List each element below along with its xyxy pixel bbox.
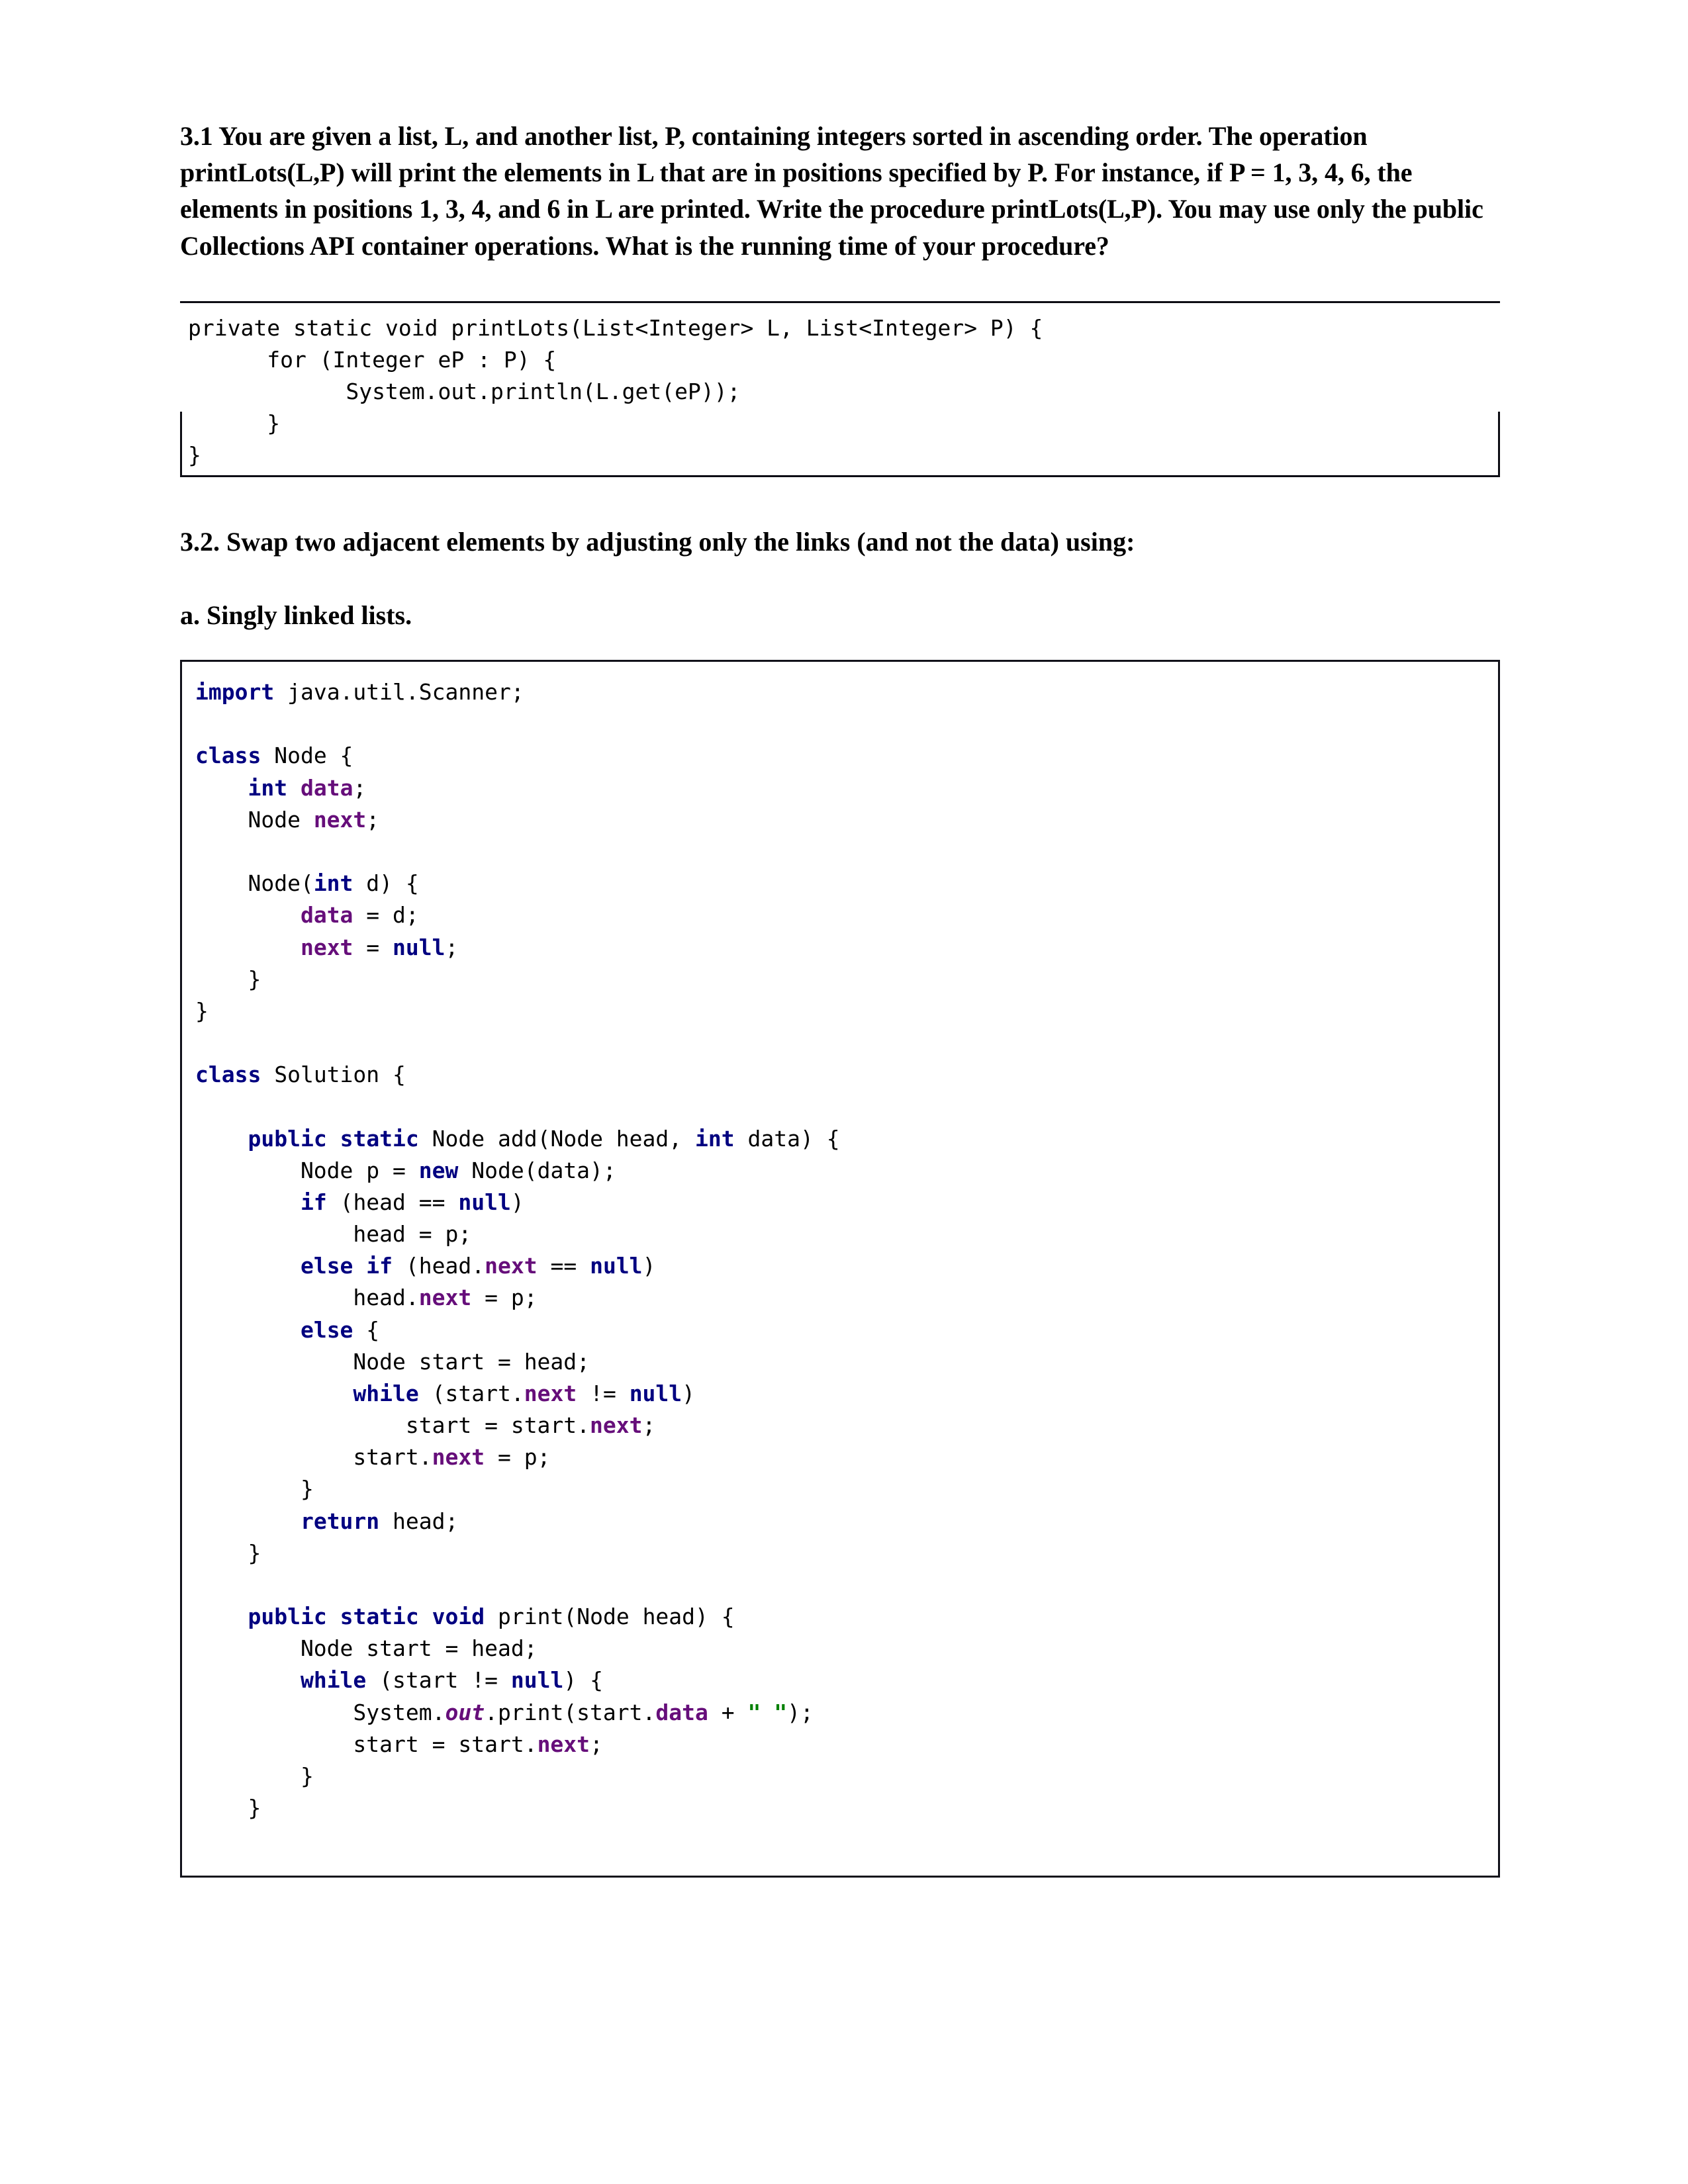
field-next: next (590, 1412, 643, 1439)
keyword-int: int (695, 1125, 735, 1152)
keyword-while: while (353, 1380, 419, 1406)
keyword-static: static (340, 1604, 419, 1630)
field-next: next (537, 1731, 590, 1757)
keyword-null: null (510, 1667, 564, 1694)
field-next: next (524, 1380, 577, 1406)
keyword-int: int (313, 870, 353, 897)
field-next: next (313, 806, 367, 833)
code-block-1-container: private static void printLots(List<Integ… (180, 300, 1500, 477)
keyword-null: null (590, 1253, 643, 1279)
keyword-class: class (195, 743, 261, 769)
keyword-return: return (300, 1508, 380, 1534)
string-literal-space: " " (747, 1699, 788, 1725)
document-page: 3.1 You are given a list, L, and another… (0, 0, 1688, 2184)
code-block-2[interactable]: import java.util.Scanner; class Node { i… (195, 676, 1498, 1825)
field-next: next (418, 1285, 472, 1311)
field-out: out (445, 1699, 485, 1725)
keyword-null: null (458, 1189, 511, 1215)
keyword-null: null (629, 1380, 682, 1406)
keyword-else-if: else if (300, 1253, 393, 1279)
field-next: next (432, 1444, 485, 1471)
field-data: data (300, 774, 353, 801)
keyword-public: public (248, 1125, 327, 1152)
code-block-1-right-rule (1498, 411, 1500, 475)
field-next: next (300, 934, 353, 960)
keyword-new: new (418, 1157, 459, 1183)
keyword-while: while (300, 1667, 367, 1694)
subquestion-a-text: a. Singly linked lists. (180, 600, 412, 630)
keyword-null: null (393, 934, 445, 960)
question-3-1-text: 3.1 You are given a list, L, and another… (180, 121, 1483, 261)
page-content: 3.1 You are given a list, L, and another… (180, 0, 1500, 1878)
code-block-2-container: import java.util.Scanner; class Node { i… (180, 660, 1500, 1878)
keyword-int: int (248, 774, 288, 801)
field-data: data (300, 902, 353, 929)
question-3-2-text: 3.2. Swap two adjacent elements by adjus… (180, 526, 1135, 557)
code-block-1[interactable]: private static void printLots(List<Integ… (188, 312, 1500, 472)
code-block-1-left-rule (180, 411, 182, 475)
keyword-static: static (340, 1125, 419, 1152)
keyword-class: class (195, 1062, 261, 1088)
keyword-void: void (432, 1604, 485, 1630)
keyword-import: import (195, 679, 275, 705)
field-data: data (655, 1699, 708, 1725)
keyword-if: if (300, 1189, 327, 1215)
keyword-else: else (300, 1316, 353, 1343)
field-next: next (485, 1253, 538, 1279)
keyword-public: public (248, 1604, 327, 1630)
